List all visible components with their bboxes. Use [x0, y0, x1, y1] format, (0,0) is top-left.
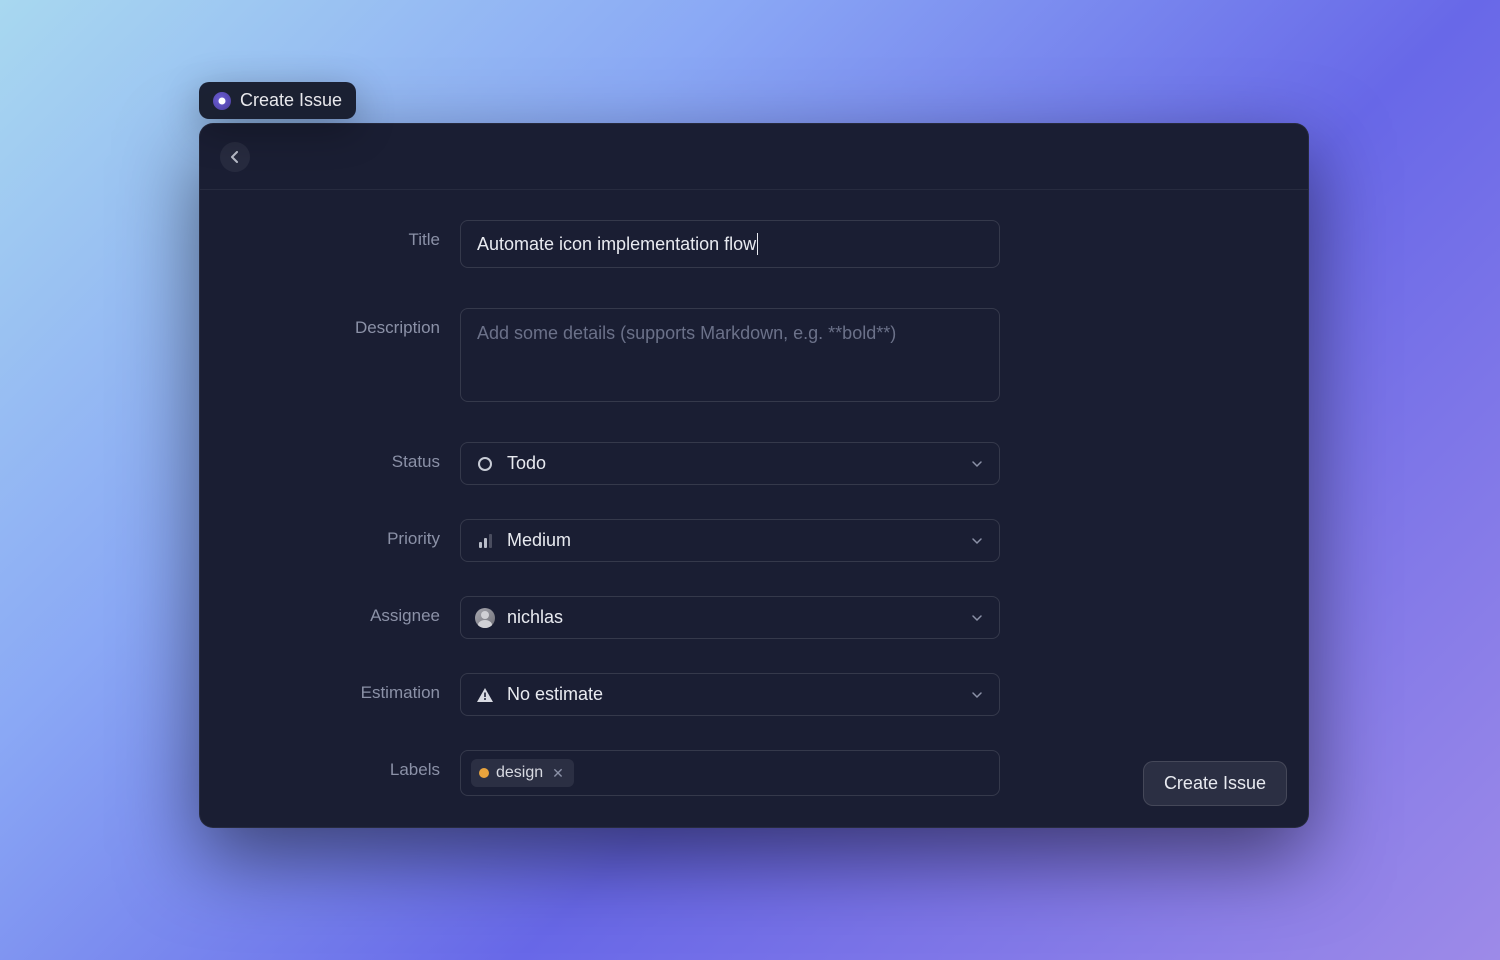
- labels-label: Labels: [240, 750, 440, 780]
- window-tab[interactable]: Create Issue: [199, 82, 356, 119]
- modal-body: Title Automate icon implementation flow …: [200, 190, 1308, 827]
- status-select[interactable]: Todo: [460, 442, 1000, 485]
- description-row: Description: [240, 308, 1268, 402]
- create-issue-button[interactable]: Create Issue: [1143, 761, 1287, 806]
- chevron-down-icon: [971, 532, 983, 550]
- assignee-value: nichlas: [507, 607, 985, 628]
- modal-header: [200, 124, 1308, 190]
- estimation-select[interactable]: No estimate: [460, 673, 1000, 716]
- avatar-icon: [475, 608, 495, 628]
- estimation-row: Estimation No estimate: [240, 673, 1268, 716]
- assignee-label: Assignee: [240, 596, 440, 626]
- description-input[interactable]: [460, 308, 1000, 402]
- circle-icon: [475, 454, 495, 474]
- status-value: Todo: [507, 453, 985, 474]
- assignee-row: Assignee nichlas: [240, 596, 1268, 639]
- label-remove-icon[interactable]: ✕: [550, 765, 566, 782]
- title-row: Title Automate icon implementation flow: [240, 220, 1268, 268]
- back-button[interactable]: [220, 142, 250, 172]
- title-input[interactable]: Automate icon implementation flow: [460, 220, 1000, 268]
- app-icon: [213, 92, 231, 110]
- assignee-select[interactable]: nichlas: [460, 596, 1000, 639]
- priority-value: Medium: [507, 530, 985, 551]
- title-value: Automate icon implementation flow: [477, 234, 756, 255]
- chevron-down-icon: [971, 609, 983, 627]
- description-label: Description: [240, 308, 440, 338]
- estimation-label: Estimation: [240, 673, 440, 703]
- title-label: Title: [240, 220, 440, 250]
- warning-triangle-icon: [475, 685, 495, 705]
- chevron-left-icon: [230, 151, 240, 163]
- priority-bars-icon: [475, 531, 495, 551]
- label-chip-design[interactable]: design ✕: [471, 759, 574, 787]
- status-label: Status: [240, 442, 440, 472]
- chevron-down-icon: [971, 686, 983, 704]
- status-row: Status Todo: [240, 442, 1268, 485]
- text-cursor: [757, 233, 758, 255]
- estimation-value: No estimate: [507, 684, 985, 705]
- label-text: design: [496, 764, 543, 782]
- label-color-dot: [479, 768, 489, 778]
- labels-field[interactable]: design ✕: [460, 750, 1000, 796]
- chevron-down-icon: [971, 455, 983, 473]
- priority-row: Priority Medium: [240, 519, 1268, 562]
- priority-select[interactable]: Medium: [460, 519, 1000, 562]
- priority-label: Priority: [240, 519, 440, 549]
- create-issue-modal: Title Automate icon implementation flow …: [199, 123, 1309, 828]
- tab-label: Create Issue: [240, 90, 342, 111]
- labels-row: Labels design ✕: [240, 750, 1268, 796]
